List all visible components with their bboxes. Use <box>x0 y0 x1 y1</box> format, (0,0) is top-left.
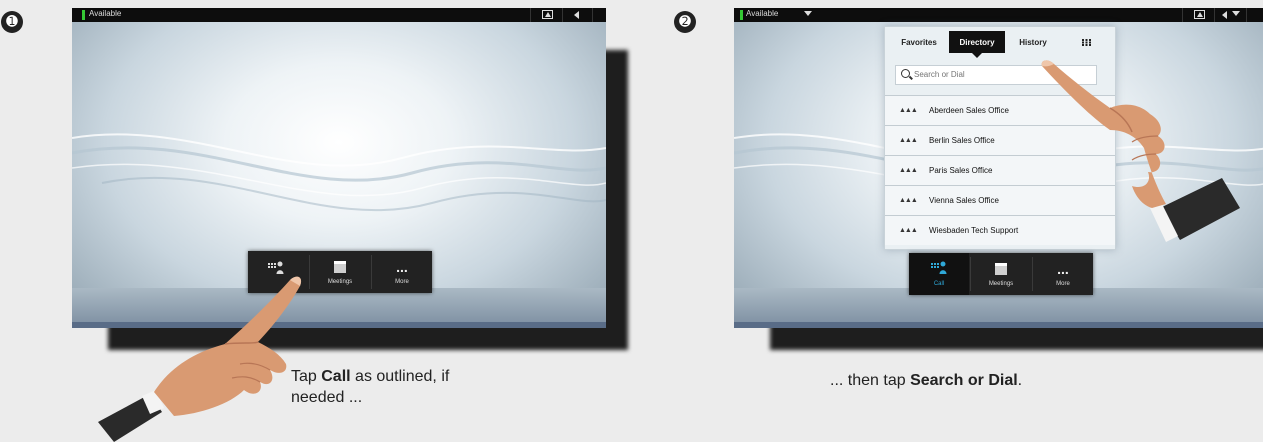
more-label: More <box>1056 281 1070 287</box>
step1-caption: Tap Call as outlined, if needed ... <box>291 366 531 408</box>
status-bar: Available <box>72 8 606 22</box>
caption-text: . <box>1017 372 1023 389</box>
group-icon: ▲▲▲ <box>899 167 918 174</box>
tab-history[interactable]: History <box>1005 31 1061 53</box>
volume-icon[interactable] <box>1222 11 1227 19</box>
entry-name: Paris Sales Office <box>929 166 993 175</box>
status-text[interactable]: Available <box>89 9 121 18</box>
group-icon: ▲▲▲ <box>899 107 918 114</box>
entry-name: Berlin Sales Office <box>929 136 995 145</box>
caption-text: needed ... <box>291 389 363 406</box>
more-icon: ... <box>1057 261 1069 277</box>
status-separator <box>1182 8 1183 22</box>
status-separator <box>592 8 593 22</box>
entry-name: Vienna Sales Office <box>929 196 999 205</box>
more-button[interactable]: ... More <box>1033 253 1093 295</box>
bottom-bar <box>734 322 1263 328</box>
calendar-icon <box>334 261 346 273</box>
entry-name: Aberdeen Sales Office <box>929 106 1009 115</box>
calendar-icon <box>995 263 1007 275</box>
call-icon <box>931 261 947 274</box>
call-button[interactable]: Call <box>909 253 969 295</box>
step-number-2: ➋ <box>674 11 696 33</box>
step-number-1: ➊ <box>1 11 23 33</box>
group-icon: ▲▲▲ <box>899 227 918 234</box>
entry-name: Wiesbaden Tech Support <box>929 226 1019 235</box>
selfview-icon[interactable] <box>542 10 553 19</box>
selfview-icon[interactable] <box>1194 10 1205 19</box>
chevron-down-icon[interactable] <box>804 11 812 16</box>
keypad-icon <box>1081 38 1091 46</box>
dock-bar: Call Meetings ... More <box>909 253 1093 295</box>
status-separator <box>1214 8 1215 22</box>
pointing-hand-illustration <box>98 276 302 442</box>
status-separator <box>530 8 531 22</box>
more-button[interactable]: ... More <box>372 251 432 293</box>
tab-directory[interactable]: Directory <box>949 31 1005 58</box>
group-icon: ▲▲▲ <box>899 137 918 144</box>
available-indicator <box>740 10 743 20</box>
meetings-button[interactable]: Meetings <box>971 253 1031 295</box>
caption-text: as outlined, if <box>350 368 450 385</box>
search-icon <box>901 69 910 78</box>
chevron-down-icon[interactable] <box>1232 11 1240 16</box>
step2-caption: ... then tap Search or Dial. <box>830 370 1170 391</box>
directory-tabs: Favorites Directory History <box>889 31 1111 58</box>
caption-text: Tap <box>291 368 322 385</box>
tab-keypad[interactable] <box>1061 31 1111 53</box>
caption-text: ... then tap <box>830 372 911 389</box>
tab-favorites[interactable]: Favorites <box>889 31 949 53</box>
more-icon: ... <box>396 259 408 275</box>
volume-icon[interactable] <box>574 11 579 19</box>
caption-emphasis: Call <box>321 368 351 385</box>
group-icon: ▲▲▲ <box>899 197 918 204</box>
available-indicator <box>82 10 85 20</box>
status-separator <box>562 8 563 22</box>
status-separator <box>1246 8 1247 22</box>
meetings-label: Meetings <box>988 281 1014 287</box>
call-label: Call <box>933 281 945 287</box>
status-bar: Available <box>734 8 1263 22</box>
caption-emphasis: Search or Dial <box>910 372 1018 389</box>
more-label: More <box>395 279 409 285</box>
status-text[interactable]: Available <box>746 9 778 18</box>
pointing-hand-illustration <box>1041 60 1240 242</box>
